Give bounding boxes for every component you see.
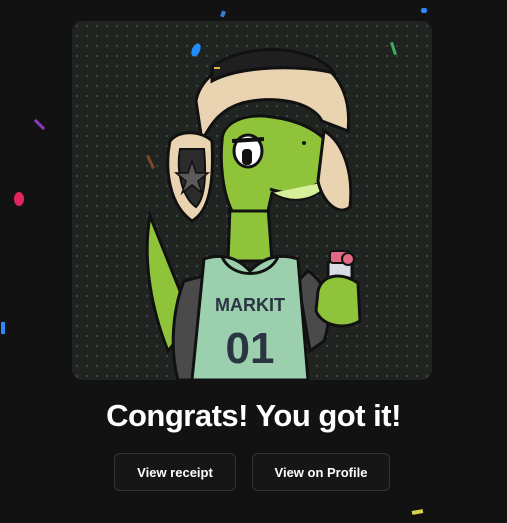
success-headline: Congrats! You got it! — [106, 398, 401, 433]
confetti-piece — [220, 10, 226, 18]
confetti-piece — [421, 8, 427, 13]
confetti-piece — [1, 322, 5, 334]
jersey-number: 01 — [226, 324, 275, 373]
lizard-nft-illustration: MARKIT 01 — [145, 48, 362, 380]
view-on-profile-button[interactable]: View on Profile — [252, 453, 390, 491]
confetti-piece — [14, 192, 24, 206]
confetti-piece — [33, 118, 46, 131]
nft-image-card: MARKIT 01 — [72, 21, 432, 380]
view-receipt-button[interactable]: View receipt — [114, 453, 236, 491]
confetti-piece — [411, 509, 424, 515]
jersey-text: MARKIT — [215, 295, 285, 315]
confetti-piece — [214, 67, 220, 69]
